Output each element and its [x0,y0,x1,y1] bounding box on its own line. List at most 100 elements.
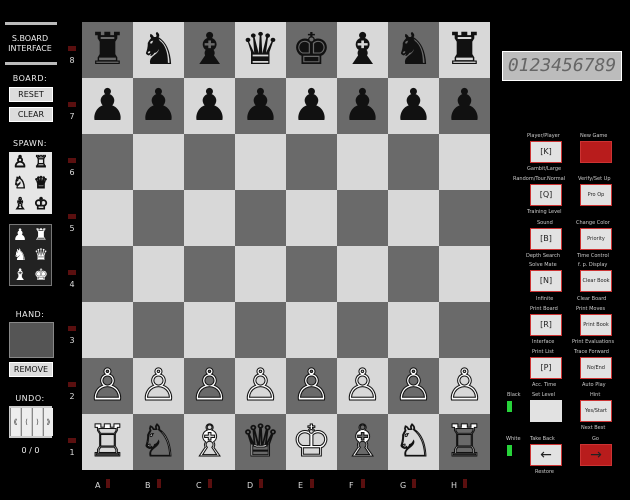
piece-d1[interactable]: ♕ [235,414,286,470]
square-f5[interactable] [337,190,388,246]
square-d6[interactable] [235,134,286,190]
square-d5[interactable] [235,190,286,246]
piece-f7[interactable]: ♟ [337,78,388,134]
square-b5[interactable] [133,190,184,246]
piece-g8[interactable]: ♞ [388,22,439,78]
square-c5[interactable] [184,190,235,246]
priority-button[interactable]: Priority [580,228,612,250]
square-c6[interactable] [184,134,235,190]
square-b3[interactable] [133,302,184,358]
square-h5[interactable] [439,190,490,246]
piece-f2[interactable]: ♙ [337,358,388,414]
undo-first-button[interactable]: ⟪ [10,408,20,436]
square-h3[interactable] [439,302,490,358]
spawn-black-pawn[interactable]: ♟ [10,225,30,245]
piece-h1[interactable]: ♖ [439,414,490,470]
square-g3[interactable] [388,302,439,358]
spawn-white-bishop[interactable]: ♗ [10,194,30,214]
square-c3[interactable] [184,302,235,358]
piece-g1[interactable]: ♘ [388,414,439,470]
piece-g2[interactable]: ♙ [388,358,439,414]
spawn-black-queen[interactable]: ♛ [31,245,51,265]
piece-e8[interactable]: ♚ [286,22,337,78]
square-a5[interactable] [82,190,133,246]
square-b4[interactable] [133,246,184,302]
r-button[interactable]: [R] [530,314,562,336]
piece-h7[interactable]: ♟ [439,78,490,134]
piece-a2[interactable]: ♙ [82,358,133,414]
spawn-white-knight[interactable]: ♘ [10,173,30,193]
piece-d8[interactable]: ♛ [235,22,286,78]
square-h4[interactable] [439,246,490,302]
piece-c1[interactable]: ♗ [184,414,235,470]
remove-button[interactable]: REMOVE [9,362,53,377]
square-f3[interactable] [337,302,388,358]
k-button[interactable]: [K] [530,141,562,163]
square-e4[interactable] [286,246,337,302]
b-button[interactable]: [B] [530,228,562,250]
q-button[interactable]: [Q] [530,184,562,206]
hand-slot[interactable] [9,322,54,358]
piece-b8[interactable]: ♞ [133,22,184,78]
n-button[interactable]: [N] [530,270,562,292]
square-b6[interactable] [133,134,184,190]
spawn-white-pawn[interactable]: ♙ [10,152,30,172]
spawn-black-knight[interactable]: ♞ [10,245,30,265]
square-a3[interactable] [82,302,133,358]
square-e6[interactable] [286,134,337,190]
spawn-white-king[interactable]: ♔ [31,194,51,214]
blank-button[interactable] [530,400,562,422]
square-a4[interactable] [82,246,133,302]
spawn-white-rook[interactable]: ♖ [31,152,51,172]
undo-prev-button[interactable]: ⟨ [21,408,31,436]
undo-last-button[interactable]: ⟫ [43,408,53,436]
piece-e1[interactable]: ♔ [286,414,337,470]
piece-c7[interactable]: ♟ [184,78,235,134]
take-back-button[interactable]: ← [530,444,562,466]
piece-b2[interactable]: ♙ [133,358,184,414]
new-game-button[interactable] [580,141,612,163]
square-f4[interactable] [337,246,388,302]
spawn-black-king[interactable]: ♚ [31,265,51,285]
square-a6[interactable] [82,134,133,190]
square-d4[interactable] [235,246,286,302]
p-button[interactable]: [P] [530,357,562,379]
square-g4[interactable] [388,246,439,302]
piece-g7[interactable]: ♟ [388,78,439,134]
piece-c2[interactable]: ♙ [184,358,235,414]
piece-e7[interactable]: ♟ [286,78,337,134]
square-g6[interactable] [388,134,439,190]
square-g5[interactable] [388,190,439,246]
spawn-white-queen[interactable]: ♕ [31,173,51,193]
square-f6[interactable] [337,134,388,190]
piece-f1[interactable]: ♗ [337,414,388,470]
piece-c8[interactable]: ♝ [184,22,235,78]
piece-b7[interactable]: ♟ [133,78,184,134]
piece-d2[interactable]: ♙ [235,358,286,414]
pro-op-button[interactable]: Pro Op [580,184,612,206]
piece-d7[interactable]: ♟ [235,78,286,134]
piece-h2[interactable]: ♙ [439,358,490,414]
square-d3[interactable] [235,302,286,358]
square-e5[interactable] [286,190,337,246]
undo-next-button[interactable]: ⟩ [32,408,42,436]
square-c4[interactable] [184,246,235,302]
print-book-button[interactable]: Print Book [580,314,612,336]
piece-a7[interactable]: ♟ [82,78,133,134]
spawn-black-bishop[interactable]: ♝ [10,265,30,285]
piece-a1[interactable]: ♖ [82,414,133,470]
piece-h8[interactable]: ♜ [439,22,490,78]
reset-button[interactable]: RESET [9,87,53,102]
no-end-button[interactable]: No/End [580,357,612,379]
piece-a8[interactable]: ♜ [82,22,133,78]
piece-f8[interactable]: ♝ [337,22,388,78]
piece-e2[interactable]: ♙ [286,358,337,414]
square-e3[interactable] [286,302,337,358]
yes-start-button[interactable]: Yes/Start [580,400,612,422]
clear-book-button[interactable]: Clear Book [580,270,612,292]
piece-b1[interactable]: ♘ [133,414,184,470]
clear-button[interactable]: CLEAR [9,107,53,122]
spawn-black-rook[interactable]: ♜ [31,225,51,245]
go-button[interactable]: → [580,444,612,466]
square-h6[interactable] [439,134,490,190]
